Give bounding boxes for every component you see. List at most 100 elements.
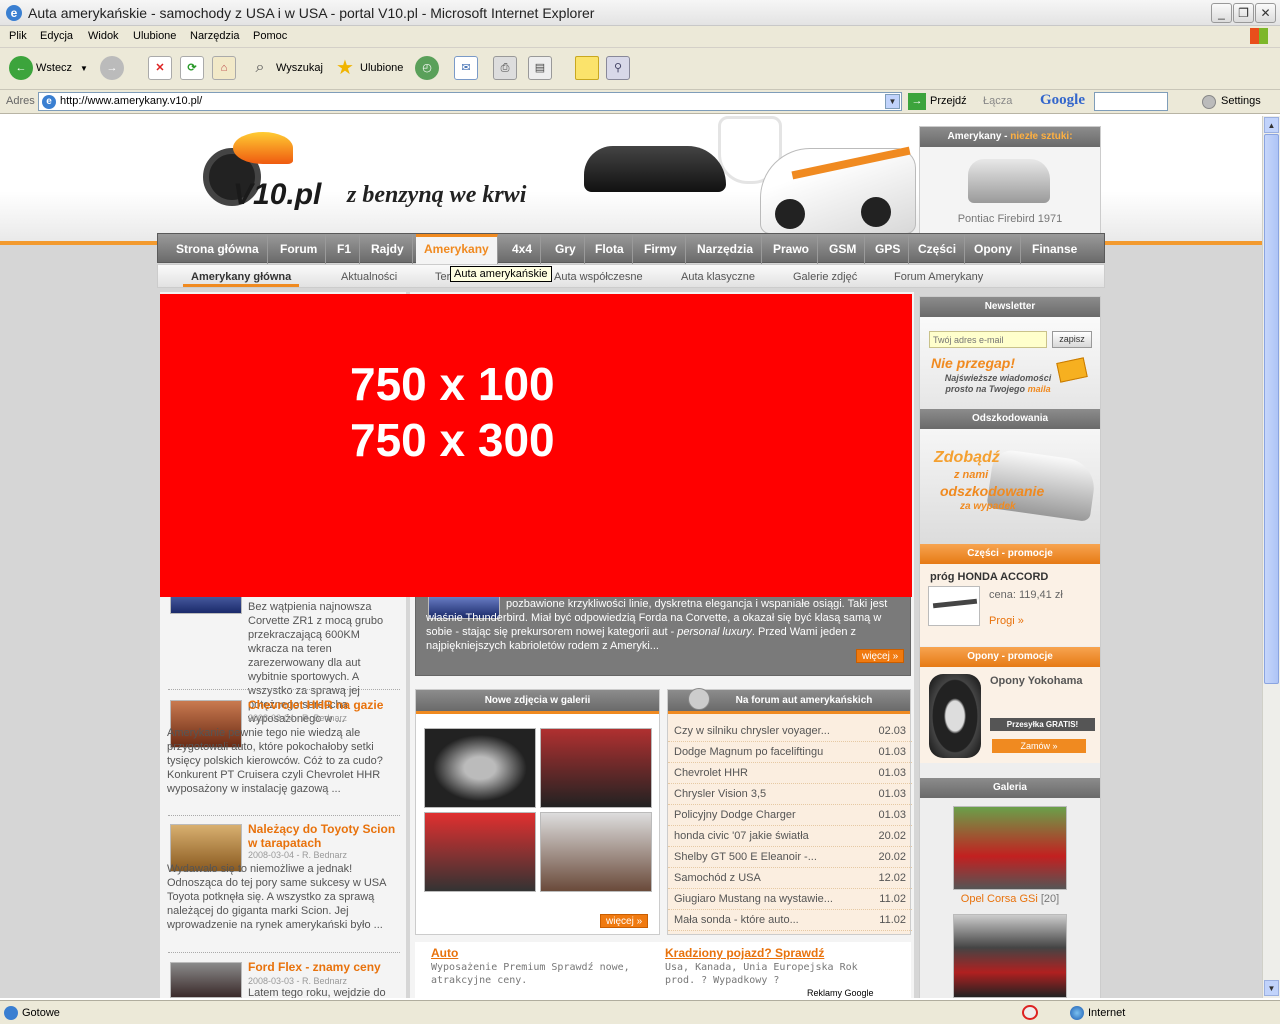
ads-by-google[interactable]: Reklamy Google <box>807 988 874 998</box>
nav-firmy[interactable]: Firmy <box>636 234 686 264</box>
scroll-up-icon[interactable]: ▲ <box>1264 117 1279 133</box>
favorites-star-icon[interactable]: ★ <box>333 56 357 80</box>
gallery-photo-showroom[interactable] <box>540 728 652 808</box>
gallery-more-button[interactable]: więcej » <box>600 914 649 928</box>
settings-gear-icon[interactable] <box>1202 95 1216 109</box>
back-button-label[interactable]: Wstecz <box>36 62 72 74</box>
forum-row-title[interactable]: honda civic '07 jakie światła <box>674 826 809 847</box>
sidebar-gallery-photo[interactable] <box>953 914 1067 998</box>
history-icon[interactable]: ◴ <box>415 56 439 80</box>
favorites-button-label[interactable]: Ulubione <box>360 62 403 74</box>
forum-row[interactable]: Policyjny Dodge Charger 01.03 <box>668 805 912 826</box>
go-button[interactable]: Przejdź <box>930 95 967 107</box>
subnav-aktualnosci[interactable]: Aktualności <box>341 265 397 289</box>
nav-gsm[interactable]: GSM <box>821 234 866 264</box>
forward-arrow-icon[interactable]: → <box>100 56 124 80</box>
nav-prawo[interactable]: Prawo <box>765 234 819 264</box>
forum-row[interactable]: Dodge Magnum po faceliftingu 01.03 <box>668 742 912 763</box>
maximize-button[interactable]: ❐ <box>1233 3 1254 23</box>
minimize-button[interactable]: _ <box>1211 3 1232 23</box>
forum-row-title[interactable]: Dodge Magnum po faceliftingu <box>674 742 823 763</box>
forum-row[interactable]: Mała sonda - które auto... 11.02 <box>668 910 912 931</box>
home-icon[interactable]: ⌂ <box>212 56 236 80</box>
scroll-down-icon[interactable]: ▼ <box>1264 980 1279 996</box>
address-dropdown-icon[interactable]: ▼ <box>885 94 900 109</box>
ad-title[interactable]: Auto <box>431 946 458 960</box>
address-field[interactable]: e http://www.amerykany.v10.pl/ ▼ <box>38 92 902 111</box>
promo-box[interactable]: Amerykany - niezłe sztuki: Pontiac Fireb… <box>919 126 1101 238</box>
forum-row-title[interactable]: Czy w silniku chrysler voyager... <box>674 721 830 742</box>
close-button[interactable]: ✕ <box>1255 3 1276 23</box>
edit-icon[interactable]: ▤ <box>528 56 552 80</box>
ad-title[interactable]: Kradziony pojazd? Sprawdź <box>665 946 824 960</box>
subnav-auta-wspolczesne[interactable]: Auta współczesne <box>554 265 643 289</box>
sidebar-gallery-caption-link[interactable]: Opel Corsa GSi <box>961 893 1038 905</box>
menu-plik[interactable]: Plik <box>9 30 27 42</box>
nav-czesci[interactable]: Części <box>910 234 966 264</box>
site-logo[interactable]: V10.pl <box>203 132 335 222</box>
nav-f1[interactable]: F1 <box>329 234 361 264</box>
forum-row-title[interactable]: Shelby GT 500 E Eleanoir -... <box>674 847 817 868</box>
subnav-forum-amerykany[interactable]: Forum Amerykany <box>894 265 983 289</box>
nav-4x4[interactable]: 4x4 <box>504 234 542 264</box>
nav-forum[interactable]: Forum <box>272 234 327 264</box>
parts-product-name[interactable]: próg HONDA ACCORD <box>930 571 1048 583</box>
nav-amerykany[interactable]: Amerykany <box>416 234 498 264</box>
menu-narzedzia[interactable]: Narzędzia <box>190 30 240 42</box>
menu-widok[interactable]: Widok <box>88 30 119 42</box>
forum-row-title[interactable]: Chrysler Vision 3,5 <box>674 784 766 805</box>
menu-pomoc[interactable]: Pomoc <box>253 30 287 42</box>
refresh-icon[interactable]: ⟳ <box>180 56 204 80</box>
scroll-thumb[interactable] <box>1264 134 1279 684</box>
forum-row[interactable]: Chevrolet HHR 01.03 <box>668 763 912 784</box>
tires-order-button[interactable]: Zamów » <box>992 739 1086 753</box>
nav-opony[interactable]: Opony <box>966 234 1021 264</box>
article-title[interactable]: Chevrolet HHR na gazie <box>248 698 400 712</box>
nav-finanse[interactable]: Finanse <box>1024 234 1085 264</box>
promo-caption[interactable]: Pontiac Firebird 1971 <box>920 213 1100 225</box>
vertical-scrollbar[interactable]: ▲ ▼ <box>1262 116 1280 998</box>
subnav-amerykany-glowna[interactable]: Amerykany główna <box>183 265 300 287</box>
nav-flota[interactable]: Flota <box>587 234 633 264</box>
forum-row[interactable]: Giugiaro Mustang na wystawie... 11.02 <box>668 889 912 910</box>
gallery-photo-models[interactable] <box>540 812 652 892</box>
menu-ulubione[interactable]: Ulubione <box>133 30 176 42</box>
newsletter-email-input[interactable] <box>929 331 1047 348</box>
google-search-box[interactable] <box>1094 92 1168 111</box>
search-button-label[interactable]: Wyszukaj <box>276 62 323 74</box>
compensation-banner[interactable]: Zdobądź z nami odszkodowanie za wypadek <box>920 429 1100 544</box>
forum-row-title[interactable]: Samochód z USA <box>674 868 761 889</box>
forum-row[interactable]: Shelby GT 500 E Eleanoir -... 20.02 <box>668 847 912 868</box>
forum-row-title[interactable]: Policyjny Dodge Charger <box>674 805 796 826</box>
forum-row-title[interactable]: Mała sonda - które auto... <box>674 910 799 931</box>
subnav-auta-klasyczne[interactable]: Auta klasyczne <box>681 265 755 289</box>
notes-icon[interactable] <box>575 56 599 80</box>
forum-row[interactable]: Chrysler Vision 3,5 01.03 <box>668 784 912 805</box>
mail-icon[interactable]: ✉ <box>454 56 478 80</box>
sidebar-gallery-photo[interactable] <box>953 806 1067 890</box>
article-thumbnail[interactable] <box>170 962 242 998</box>
forum-row-title[interactable]: Chevrolet HHR <box>674 763 748 784</box>
newsletter-submit-button[interactable]: zapisz <box>1052 331 1092 348</box>
nav-strona-glowna[interactable]: Strona główna <box>168 234 268 264</box>
parts-product-image[interactable] <box>928 586 980 626</box>
pontiac-firebird-image[interactable] <box>968 159 1050 203</box>
gallery-photo-workshop[interactable] <box>424 812 536 892</box>
settings-button[interactable]: Settings <box>1221 95 1261 107</box>
address-url[interactable]: http://www.amerykany.v10.pl/ <box>60 95 202 107</box>
article-title[interactable]: Należący do Toyoty Scion w tarapatach <box>248 822 400 850</box>
nav-gps[interactable]: GPS <box>867 234 910 264</box>
back-dropdown-icon[interactable]: ▼ <box>80 64 88 73</box>
ad-banner[interactable]: 750 x 100 750 x 300 <box>160 294 912 597</box>
tires-product-name[interactable]: Opony Yokohama <box>990 675 1083 687</box>
menu-edycja[interactable]: Edycja <box>40 30 73 42</box>
subnav-galerie-zdjec[interactable]: Galerie zdjęć <box>793 265 857 289</box>
tire-image[interactable] <box>929 674 981 758</box>
back-arrow-icon[interactable]: ← <box>9 56 33 80</box>
nav-gry[interactable]: Gry <box>547 234 585 264</box>
links-label[interactable]: Łącza <box>983 95 1012 107</box>
research-icon[interactable]: ⚲ <box>606 56 630 80</box>
feature-more-button[interactable]: więcej » <box>856 649 905 663</box>
parts-link[interactable]: Progi » <box>989 615 1024 627</box>
print-icon[interactable]: ⎙ <box>493 56 517 80</box>
